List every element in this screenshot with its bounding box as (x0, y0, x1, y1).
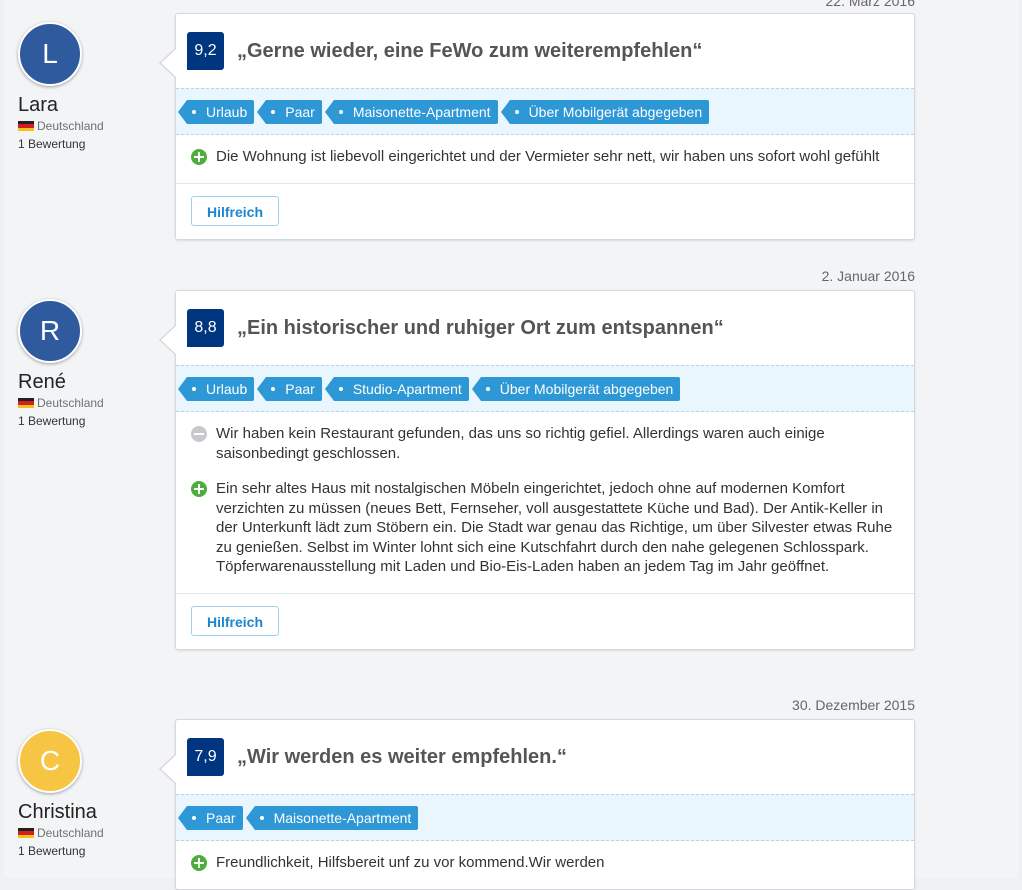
plus-circle-icon (191, 855, 207, 871)
reviewer-name[interactable]: Christina (18, 801, 158, 823)
review-header: 8,8 „Ein historischer und ruhiger Ort zu… (176, 291, 914, 365)
reviewer-info: L Lara Deutschland 1 Bewertung (18, 22, 158, 152)
germany-flag-icon (18, 398, 34, 408)
review-date: 22. März 2016 (825, 0, 916, 9)
review-footer: Hilfreich (176, 594, 914, 649)
review-body: Wir haben kein Restaurant gefunden, das … (176, 412, 914, 594)
review-body: Die Wohnung ist liebevoll eingerichtet u… (176, 135, 914, 184)
country-name: Deutschland (37, 119, 104, 133)
review-card: 7,9 „Wir werden es weiter empfehlen.“ Pa… (159, 719, 915, 890)
tag: Paar (257, 376, 322, 401)
review-item: 22. März 2016 L Lara Deutschland 1 Bewer… (4, 0, 1019, 241)
review-footer: Hilfreich (176, 184, 914, 239)
tag: Maisonette-Apartment (245, 805, 419, 830)
germany-flag-icon (18, 121, 34, 131)
avatar[interactable]: R (18, 299, 82, 363)
review-title: „Gerne wieder, eine FeWo zum weiterempfe… (237, 39, 703, 62)
review-tags: Urlaub Paar Studio-Apartment Über Mobilg… (176, 365, 914, 412)
score-badge: 8,8 (187, 309, 224, 347)
avatar[interactable]: L (18, 22, 82, 86)
review-text: Wir haben kein Restaurant gefunden, das … (216, 425, 825, 462)
tag: Paar (178, 805, 243, 830)
review-header: 9,2 „Gerne wieder, eine FeWo zum weitere… (176, 14, 914, 88)
review-item: 2. Januar 2016 R René Deutschland 1 Bewe… (4, 258, 1019, 678)
reviewer-name[interactable]: Lara (18, 94, 158, 116)
review-title: „Wir werden es weiter empfehlen.“ (237, 745, 567, 768)
country-name: Deutschland (37, 826, 104, 840)
tag: Paar (257, 99, 322, 124)
minus-circle-icon (191, 426, 207, 442)
review-card: 9,2 „Gerne wieder, eine FeWo zum weitere… (159, 13, 915, 240)
review-body: Freundlichkeit, Hilfsbereit unf zu vor k… (176, 841, 914, 889)
reviewer-info: R René Deutschland 1 Bewertung (18, 299, 158, 429)
review-tags: Urlaub Paar Maisonette-Apartment Über Mo… (176, 88, 914, 135)
review-count: 1 Bewertung (18, 137, 86, 151)
review-text: Freundlichkeit, Hilfsbereit unf zu vor k… (216, 854, 605, 871)
review-count: 1 Bewertung (18, 414, 86, 428)
score-badge: 9,2 (187, 32, 224, 70)
review-date: 2. Januar 2016 (821, 268, 915, 284)
reviewer-country: Deutschland (18, 395, 158, 411)
review-text: Ein sehr altes Haus mit nostalgischen Mö… (216, 480, 893, 575)
tag: Urlaub (177, 99, 255, 124)
tag: Maisonette-Apartment (324, 99, 498, 124)
avatar[interactable]: C (18, 729, 82, 793)
review-text: Die Wohnung ist liebevoll eingerichtet u… (216, 148, 880, 165)
helpful-button[interactable]: Hilfreich (191, 606, 280, 636)
review-title: „Ein historischer und ruhiger Ort zum en… (237, 316, 724, 339)
tag: Über Mobilgerät abgegeben (500, 99, 710, 124)
reviewer-name[interactable]: René (18, 371, 158, 393)
tag: Über Mobilgerät abgegeben (471, 376, 681, 401)
tag: Urlaub (177, 376, 255, 401)
helpful-button[interactable]: Hilfreich (191, 196, 280, 226)
plus-circle-icon (191, 149, 207, 165)
review-tags: Paar Maisonette-Apartment (176, 794, 914, 841)
germany-flag-icon (18, 828, 34, 838)
country-name: Deutschland (37, 396, 104, 410)
reviewer-country: Deutschland (18, 825, 158, 841)
plus-circle-icon (191, 481, 207, 497)
reviewer-country: Deutschland (18, 118, 158, 134)
review-positive: Freundlichkeit, Hilfsbereit unf zu vor k… (191, 853, 898, 873)
review-date: 30. Dezember 2015 (792, 697, 915, 713)
review-negative: Wir haben kein Restaurant gefunden, das … (191, 424, 898, 463)
review-header: 7,9 „Wir werden es weiter empfehlen.“ (176, 720, 914, 794)
tag: Studio-Apartment (324, 376, 469, 401)
reviewer-info: C Christina Deutschland 1 Bewertung (18, 729, 158, 859)
review-card: 8,8 „Ein historischer und ruhiger Ort zu… (159, 290, 915, 650)
score-badge: 7,9 (187, 738, 224, 776)
review-positive: Die Wohnung ist liebevoll eingerichtet u… (191, 147, 898, 167)
review-item: 30. Dezember 2015 C Christina Deutschlan… (4, 688, 1019, 890)
review-positive: Ein sehr altes Haus mit nostalgischen Mö… (191, 479, 898, 577)
reviews-page: 22. März 2016 L Lara Deutschland 1 Bewer… (4, 0, 1019, 890)
review-count: 1 Bewertung (18, 844, 86, 858)
